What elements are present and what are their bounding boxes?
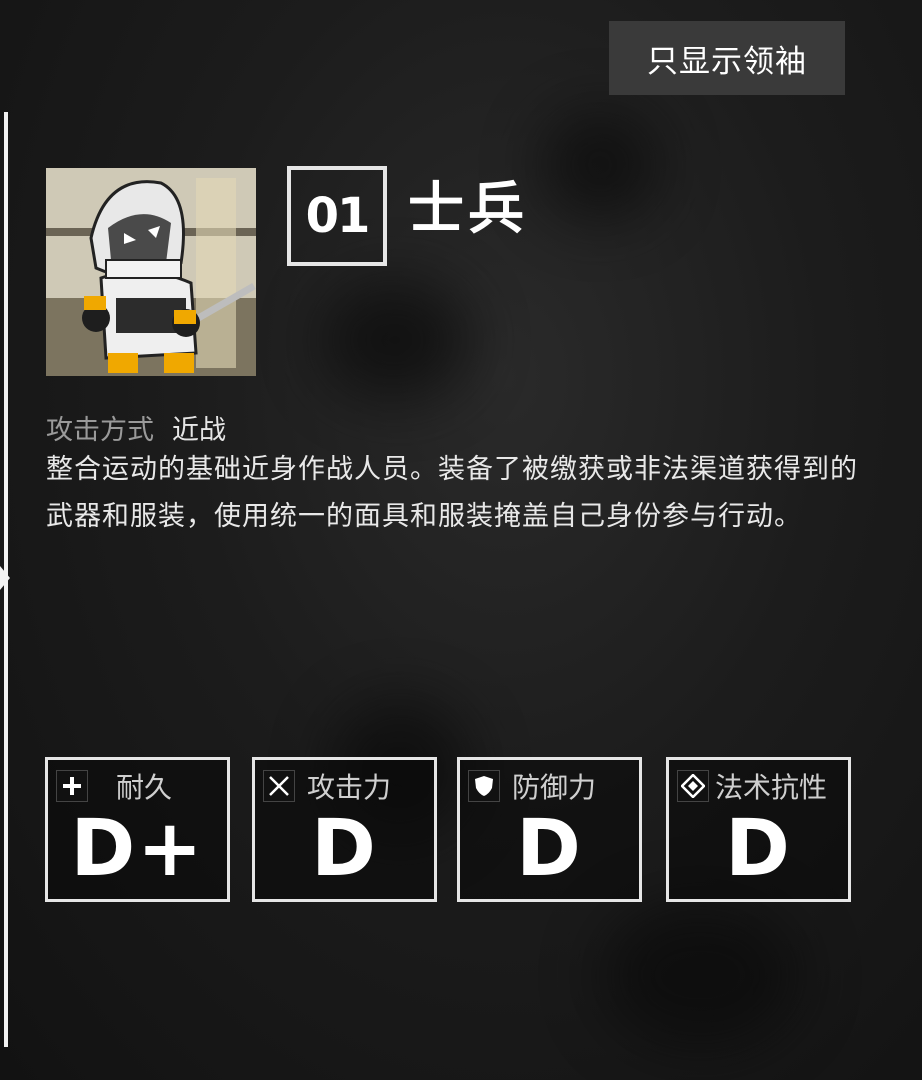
stat-card-attack: 攻击力 D	[252, 757, 437, 902]
stat-label: 攻击力	[307, 771, 392, 804]
stat-grade: D	[516, 804, 583, 894]
stat-card-arts-resistance: 法术抗性 D	[666, 757, 851, 902]
background-blur	[540, 110, 660, 220]
attack-method-label: 攻击方式	[46, 415, 154, 446]
attack-method: 攻击方式 近战	[46, 408, 226, 447]
stat-grade: D	[725, 804, 792, 894]
stat-label: 法术抗性	[715, 771, 828, 804]
stat-card-durability: 耐久 D+	[45, 757, 230, 902]
shield-icon	[468, 770, 500, 802]
stat-grade: D+	[70, 804, 205, 894]
stat-label: 防御力	[512, 771, 597, 804]
unit-name: 士兵	[408, 177, 528, 242]
scroll-handle[interactable]	[0, 566, 10, 590]
unit-portrait	[46, 168, 256, 376]
stat-card-defense: 防御力 D	[457, 757, 642, 902]
background-blur	[320, 280, 470, 400]
diamond-rune-icon	[677, 770, 709, 802]
stat-label: 耐久	[116, 771, 173, 804]
stat-grade: D	[311, 804, 378, 894]
unit-description: 整合运动的基础近身作战人员。装备了被缴获或非法渠道获得到的武器和服装，使用统一的…	[46, 454, 858, 532]
crossed-swords-icon	[263, 770, 295, 802]
show-leaders-only-button[interactable]: 只显示领袖	[609, 21, 845, 95]
attack-method-value: 近战	[172, 415, 226, 446]
unit-id-badge: 01	[287, 166, 387, 266]
plus-icon	[56, 770, 88, 802]
background-blur	[600, 900, 800, 1050]
